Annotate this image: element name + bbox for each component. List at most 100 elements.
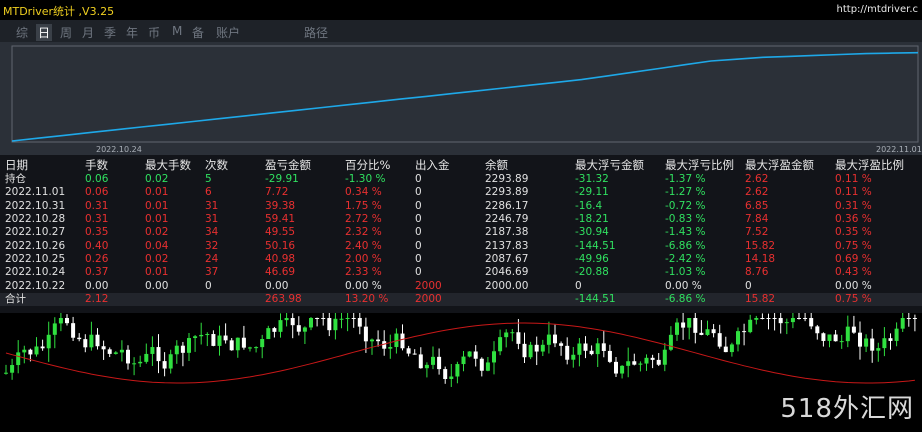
table-cell: 31 [205, 199, 219, 212]
candle-body [351, 318, 356, 319]
candle-body [638, 363, 643, 365]
table-row[interactable]: 2022.10.27 0.35 0.02 34 49.55 2.32 % 0 2187.38 -… [0, 226, 922, 239]
candle-body [126, 349, 130, 364]
candle-body [10, 365, 15, 373]
candle-body [309, 318, 313, 328]
table-row[interactable]: 持仓 0.06 0.02 5 -29.91 -1.30 % 0 2293.89 -31.32 -1… [0, 173, 922, 186]
table-cell: 持仓 [5, 173, 26, 186]
table-cell: -6.86 % [660, 292, 740, 306]
column-header: 日期 [5, 157, 28, 172]
candle-body [431, 356, 435, 365]
candle-body [851, 326, 856, 333]
candle-body [498, 337, 503, 352]
candle-body [742, 331, 747, 333]
tab-2[interactable]: 周 [58, 24, 74, 41]
table-cell: 7.72 [265, 186, 289, 199]
table-cell: 2000 [415, 279, 442, 292]
table-row[interactable]: 2022.10.26 0.40 0.04 32 50.16 2.40 % 0 2137.83 -… [0, 239, 922, 252]
table-cell: -20.88 [575, 266, 609, 279]
table-cell: 2022.10.26 [5, 239, 66, 252]
candle-body [601, 343, 606, 351]
table-cell: 0.11 % [835, 173, 872, 186]
candle-body [803, 318, 808, 319]
table-cell: 0.40 [85, 239, 109, 252]
table-cell: 0.01 [145, 266, 169, 279]
table-cell: 8.76 [745, 266, 769, 279]
table-cell: 2022.10.28 [5, 213, 66, 226]
table-cell: 0 [415, 186, 422, 199]
table-cell: 0 [415, 266, 422, 279]
table-cell: 0.01 [145, 213, 169, 226]
candle-body [71, 323, 76, 338]
table-cell: 0.00 [85, 279, 109, 292]
column-header: 出入金 [415, 157, 450, 172]
table-cell: 2.33 % [345, 266, 382, 279]
tab-0[interactable]: 综 [14, 24, 30, 41]
candle-body [662, 349, 667, 365]
table-row[interactable]: 合计 2.12 263.98 13.20 % 2000 -144.51 -6.86 % 15.… [0, 292, 922, 306]
candle-body [461, 356, 466, 365]
table-cell: 0.00 [145, 279, 169, 292]
candle-body [626, 361, 631, 366]
candle-body [89, 334, 94, 348]
table-cell: -0.83 % [665, 213, 706, 226]
table-cell: 39.38 [265, 199, 296, 212]
candle-body [821, 333, 826, 341]
tab-3[interactable]: 月 [80, 24, 96, 41]
candle-body [504, 332, 509, 338]
tab-8[interactable]: 备 [190, 24, 206, 41]
table-cell: 2.12 [80, 292, 140, 306]
table-cell: 2022.10.22 [5, 279, 66, 292]
candle-body [516, 332, 521, 344]
candle-body [101, 346, 106, 350]
table-cell: 32 [205, 239, 219, 252]
tab-7[interactable]: M [170, 24, 184, 38]
tab-10[interactable]: 路径 [302, 24, 330, 41]
column-header: 最大浮盈金额 [745, 157, 814, 172]
table-cell: -144.51 [575, 239, 616, 252]
table-cell: 50.16 [265, 239, 296, 252]
candle-body [107, 349, 112, 354]
candle-body [870, 338, 875, 351]
site-url-link[interactable]: http://mtdriver.c [837, 4, 918, 15]
candle-body [827, 334, 832, 341]
candle-body [150, 347, 155, 354]
tab-9[interactable]: 账户 [214, 24, 242, 41]
table-cell: 2000.00 [485, 279, 529, 292]
table-row[interactable]: 2022.10.25 0.26 0.02 24 40.98 2.00 % 0 2087.67 -… [0, 253, 922, 266]
table-cell: -1.27 % [665, 186, 706, 199]
table-row[interactable]: 2022.10.31 0.31 0.01 31 39.38 1.75 % 0 2286.17 -… [0, 200, 922, 213]
candle-body [278, 320, 283, 332]
tab-6[interactable]: 币 [146, 24, 162, 41]
tab-4[interactable]: 季 [102, 24, 118, 41]
candle-body [815, 326, 820, 334]
table-row[interactable]: 2022.10.22 0.00 0.00 0 0.00 0.00 % 2000 2000.00… [0, 279, 922, 292]
candle-body [241, 337, 246, 348]
table-cell: 34 [205, 226, 219, 239]
table-cell: 49.55 [265, 226, 296, 239]
table-cell: 7.52 [745, 226, 769, 239]
candle-body [479, 358, 484, 371]
candle-body [174, 345, 179, 355]
candle-body [58, 318, 63, 324]
candle-body [571, 354, 576, 360]
column-header: 最大浮亏比例 [665, 157, 734, 172]
table-cell: 46.69 [265, 266, 296, 279]
tab-1[interactable]: 日 [36, 24, 53, 41]
candle-body [723, 346, 728, 353]
candle-body [363, 326, 368, 342]
table-row[interactable]: 2022.10.24 0.37 0.01 37 46.69 2.33 % 0 2046.69 -… [0, 266, 922, 279]
candle-body [34, 346, 39, 355]
table-cell: -1.30 % [345, 173, 386, 186]
candle-body [668, 334, 673, 350]
candle-body [248, 347, 252, 349]
table-row[interactable]: 2022.11.01 0.06 0.01 6 7.72 0.34 % 0 2293.89 -29… [0, 186, 922, 199]
candle-body [132, 363, 137, 365]
tab-5[interactable]: 年 [124, 24, 140, 41]
table-row[interactable]: 2022.10.28 0.31 0.01 31 59.41 2.72 % 0 2246.79 -… [0, 213, 922, 226]
candle-body [790, 318, 795, 323]
candle-body [95, 334, 100, 347]
candle-body [736, 331, 740, 345]
candle-body [4, 372, 8, 374]
candle-body [345, 318, 350, 319]
